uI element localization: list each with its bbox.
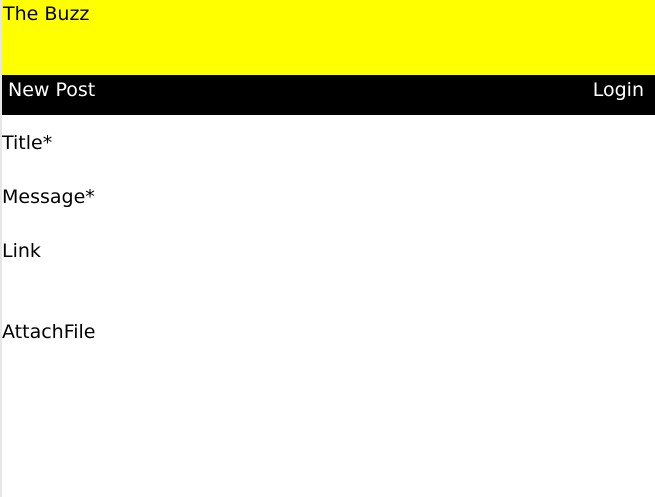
login-link[interactable]: Login (593, 79, 644, 101)
link-label: Link (2, 240, 41, 262)
site-title: The Buzz (3, 3, 90, 25)
nav-bar: New Post Login (2, 75, 655, 115)
attach-file-label[interactable]: AttachFile (2, 321, 96, 343)
site-header: The Buzz (2, 0, 655, 75)
message-label: Message* (2, 186, 95, 208)
title-label: Title* (2, 132, 53, 154)
new-post-link[interactable]: New Post (8, 79, 95, 101)
